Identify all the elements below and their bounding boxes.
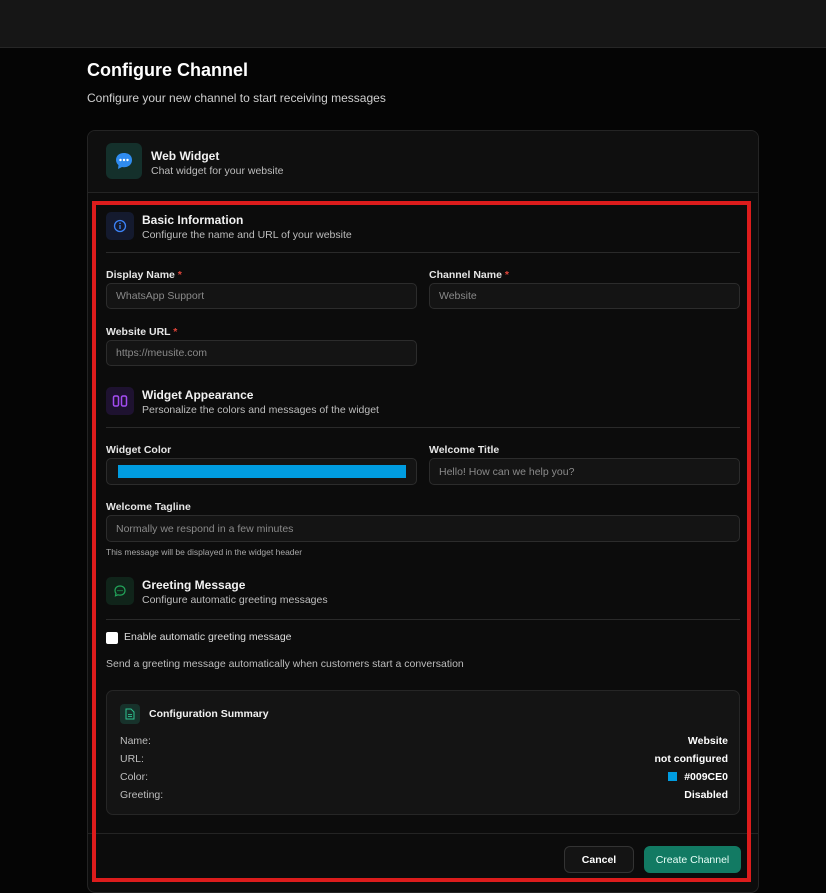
- display-name-input[interactable]: [106, 283, 417, 309]
- basic-info-subtitle: Configure the name and URL of your websi…: [142, 229, 352, 241]
- widget-color-label: Widget Color: [106, 444, 172, 456]
- widget-color-picker[interactable]: [106, 458, 417, 485]
- document-icon: [120, 704, 140, 724]
- top-bar: [0, 0, 826, 48]
- greeting-title: Greeting Message: [142, 578, 246, 592]
- cancel-button[interactable]: Cancel: [564, 846, 634, 873]
- divider: [106, 252, 740, 253]
- channel-header: Web Widget Chat widget for your website: [88, 131, 758, 193]
- summary-key: Name:: [120, 735, 151, 747]
- summary-key: URL:: [120, 753, 144, 765]
- configuration-summary: Configuration Summary Name: Website URL:…: [106, 690, 740, 815]
- basic-info-section-header: Basic Information Configure the name and…: [106, 212, 740, 242]
- welcome-tagline-hint: This message will be displayed in the wi…: [106, 547, 303, 557]
- summary-row-color: Color: #009CE0: [120, 771, 728, 785]
- greeting-description: Send a greeting message automatically wh…: [106, 658, 464, 670]
- summary-title: Configuration Summary: [149, 708, 269, 720]
- summary-row-name: Name: Website: [120, 735, 728, 749]
- summary-key: Greeting:: [120, 789, 164, 801]
- display-name-label: Display Name *: [106, 269, 182, 281]
- website-url-input[interactable]: [106, 340, 417, 366]
- chat-bubble-icon: [106, 143, 142, 179]
- appearance-section-header: Widget Appearance Personalize the colors…: [106, 387, 740, 417]
- summary-color-value: #009CE0: [668, 771, 728, 783]
- color-swatch-bar: [118, 465, 406, 478]
- summary-value: not configured: [654, 753, 729, 765]
- appearance-subtitle: Personalize the colors and messages of t…: [142, 404, 379, 416]
- greeting-enable-checkbox[interactable]: [106, 632, 118, 644]
- divider: [106, 619, 740, 620]
- summary-row-url: URL: not configured: [120, 753, 728, 767]
- page-title: Configure Channel: [87, 60, 248, 80]
- welcome-title-label: Welcome Title: [429, 444, 500, 456]
- welcome-tagline-input[interactable]: [106, 515, 740, 542]
- summary-value: Website: [687, 735, 728, 747]
- channel-name-input[interactable]: [429, 283, 740, 309]
- footer-divider: [88, 833, 758, 834]
- welcome-title-input[interactable]: [429, 458, 740, 485]
- channel-title: Web Widget: [151, 149, 220, 163]
- appearance-title: Widget Appearance: [142, 388, 254, 402]
- channel-name-label: Channel Name *: [429, 269, 509, 281]
- greeting-subtitle: Configure automatic greeting messages: [142, 594, 328, 606]
- summary-key: Color:: [120, 771, 149, 783]
- website-url-label: Website URL *: [106, 326, 178, 338]
- summary-row-greeting: Greeting: Disabled: [120, 789, 728, 803]
- palette-icon: [106, 387, 134, 415]
- divider: [106, 427, 740, 428]
- greeting-section-header: Greeting Message Configure automatic gre…: [106, 577, 740, 607]
- create-channel-button[interactable]: Create Channel: [644, 846, 741, 873]
- color-swatch: [668, 772, 678, 781]
- greeting-enable-label[interactable]: Enable automatic greeting message: [124, 631, 292, 643]
- message-circle-icon: [106, 577, 134, 605]
- info-icon: [106, 212, 134, 240]
- basic-info-title: Basic Information: [142, 213, 244, 227]
- welcome-tagline-label: Welcome Tagline: [106, 501, 191, 513]
- channel-subtitle: Chat widget for your website: [151, 165, 284, 177]
- summary-value: Disabled: [684, 789, 728, 801]
- page-subtitle: Configure your new channel to start rece…: [87, 91, 386, 105]
